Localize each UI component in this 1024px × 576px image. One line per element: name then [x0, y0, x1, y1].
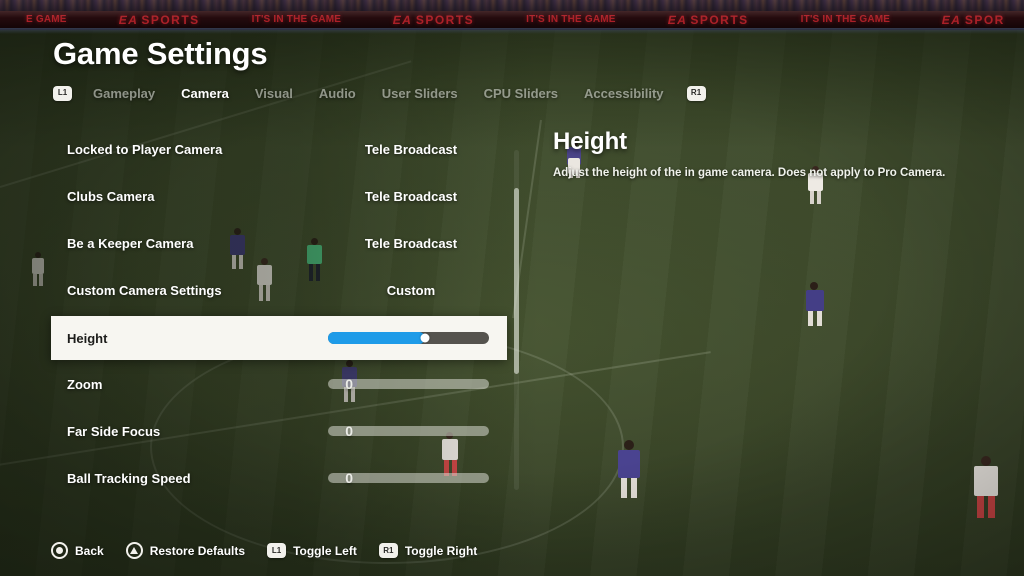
stadium-stands: E GAMEEASPORTSIT'S IN THE GAMEEASPORTSIT… [0, 0, 1024, 30]
tab-visual[interactable]: Visual [242, 86, 306, 101]
tab-camera[interactable]: Camera [168, 86, 242, 101]
l1-bumper-icon[interactable]: L1 [53, 85, 72, 101]
r1-bumper-icon: R1 [378, 543, 398, 558]
r1-bumper-icon[interactable]: R1 [686, 85, 706, 101]
settings-row-label: Be a Keeper Camera [67, 235, 194, 251]
settings-row[interactable]: Zoom0 [51, 363, 507, 405]
settings-list: Locked to Player Camera Tele Broadcast Clu… [51, 128, 507, 500]
settings-row-label: Far Side Focus [67, 423, 161, 439]
settings-slider[interactable] [328, 473, 489, 483]
settings-row-label: Custom Camera Settings [67, 282, 222, 298]
settings-row[interactable]: Far Side Focus0 [51, 410, 507, 452]
led-board-shine [0, 11, 1024, 28]
settings-slider[interactable] [328, 379, 489, 389]
tab-audio[interactable]: Audio [306, 86, 369, 101]
settings-slider[interactable] [328, 426, 489, 436]
settings-row[interactable]: Clubs Camera Tele Broadcast [51, 175, 507, 217]
action-back-label: Back [75, 543, 104, 558]
game-settings-screen: E GAMEEASPORTSIT'S IN THE GAMEEASPORTSIT… [0, 0, 1024, 576]
action-back[interactable]: Back [51, 542, 104, 559]
action-toggle-right[interactable]: R1 Toggle Right [378, 543, 478, 558]
settings-row-label: Height [67, 330, 108, 346]
circle-button-icon [51, 542, 68, 559]
detail-description: Adjust the height of the in game camera.… [553, 167, 946, 179]
l1-bumper-icon: L1 [267, 543, 287, 558]
settings-tabbar: L1 Gameplay Camera Visual Audio User Sli… [53, 82, 706, 104]
settings-row[interactable]: Custom Camera Settings Custom [51, 269, 507, 311]
settings-row-label: Clubs Camera [67, 188, 155, 204]
action-toggle-right-label: Toggle Right [404, 543, 478, 558]
settings-row-label: Ball Tracking Speed [67, 470, 191, 486]
detail-title: Height [553, 128, 628, 155]
action-restore-defaults[interactable]: Restore Defaults [125, 542, 246, 559]
settings-row[interactable]: Locked to Player Camera Tele Broadcast [51, 128, 507, 170]
settings-row[interactable]: Be a Keeper Camera Tele Broadcast [51, 222, 507, 264]
action-restore-defaults-label: Restore Defaults [149, 543, 246, 558]
settings-row-value[interactable]: Tele Broadcast [331, 236, 491, 251]
tab-user-sliders[interactable]: User Sliders [369, 86, 471, 101]
settings-row-value[interactable]: Tele Broadcast [331, 142, 491, 157]
settings-row-label: Locked to Player Camera [67, 141, 223, 157]
list-scrollbar-thumb[interactable] [514, 188, 519, 374]
tab-accessibility[interactable]: Accessibility [571, 86, 677, 101]
tab-cpu-sliders[interactable]: CPU Sliders [471, 86, 571, 101]
slider-knob[interactable] [420, 333, 430, 343]
slider-fill [328, 332, 425, 344]
settings-row-label: Zoom [67, 376, 103, 392]
settings-row[interactable]: Height12 [51, 316, 507, 360]
settings-row[interactable]: Ball Tracking Speed0 [51, 457, 507, 499]
settings-row-value[interactable]: Tele Broadcast [331, 189, 491, 204]
settings-slider[interactable] [328, 332, 489, 344]
stand-shadow-band [0, 28, 1024, 34]
detail-panel: Height Adjust the height of the in game … [553, 128, 983, 182]
tab-gameplay[interactable]: Gameplay [80, 86, 168, 101]
triangle-button-icon [125, 542, 143, 559]
page-title: Game Settings [53, 36, 268, 71]
action-toggle-left[interactable]: L1 Toggle Left [267, 543, 357, 558]
action-bar: Back Restore Defaults L1 Toggle Left R1 … [51, 542, 477, 559]
action-toggle-left-label: Toggle Left [293, 543, 357, 558]
settings-row-value[interactable]: Custom [331, 283, 491, 298]
